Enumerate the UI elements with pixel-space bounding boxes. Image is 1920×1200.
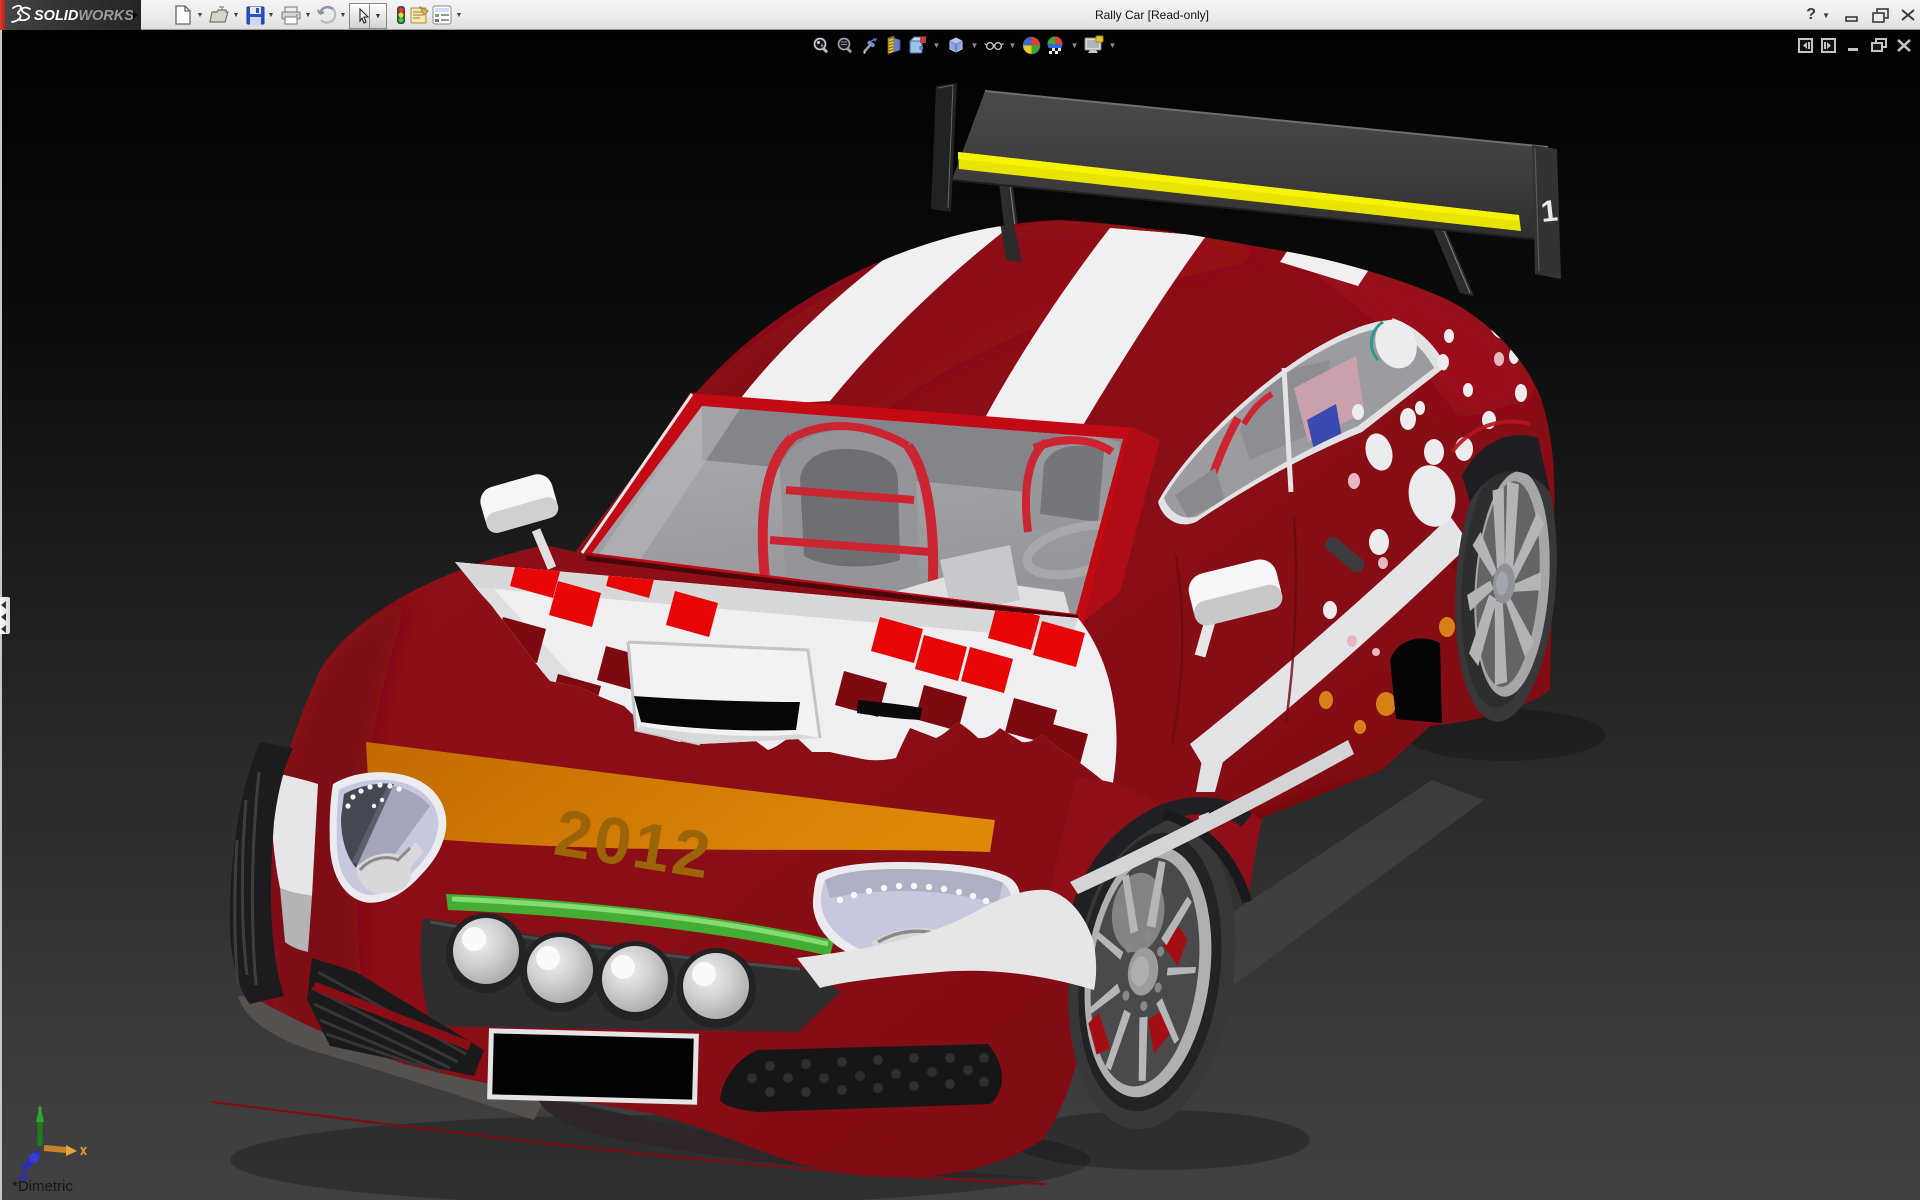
svg-text:1: 1 [1539,194,1559,229]
